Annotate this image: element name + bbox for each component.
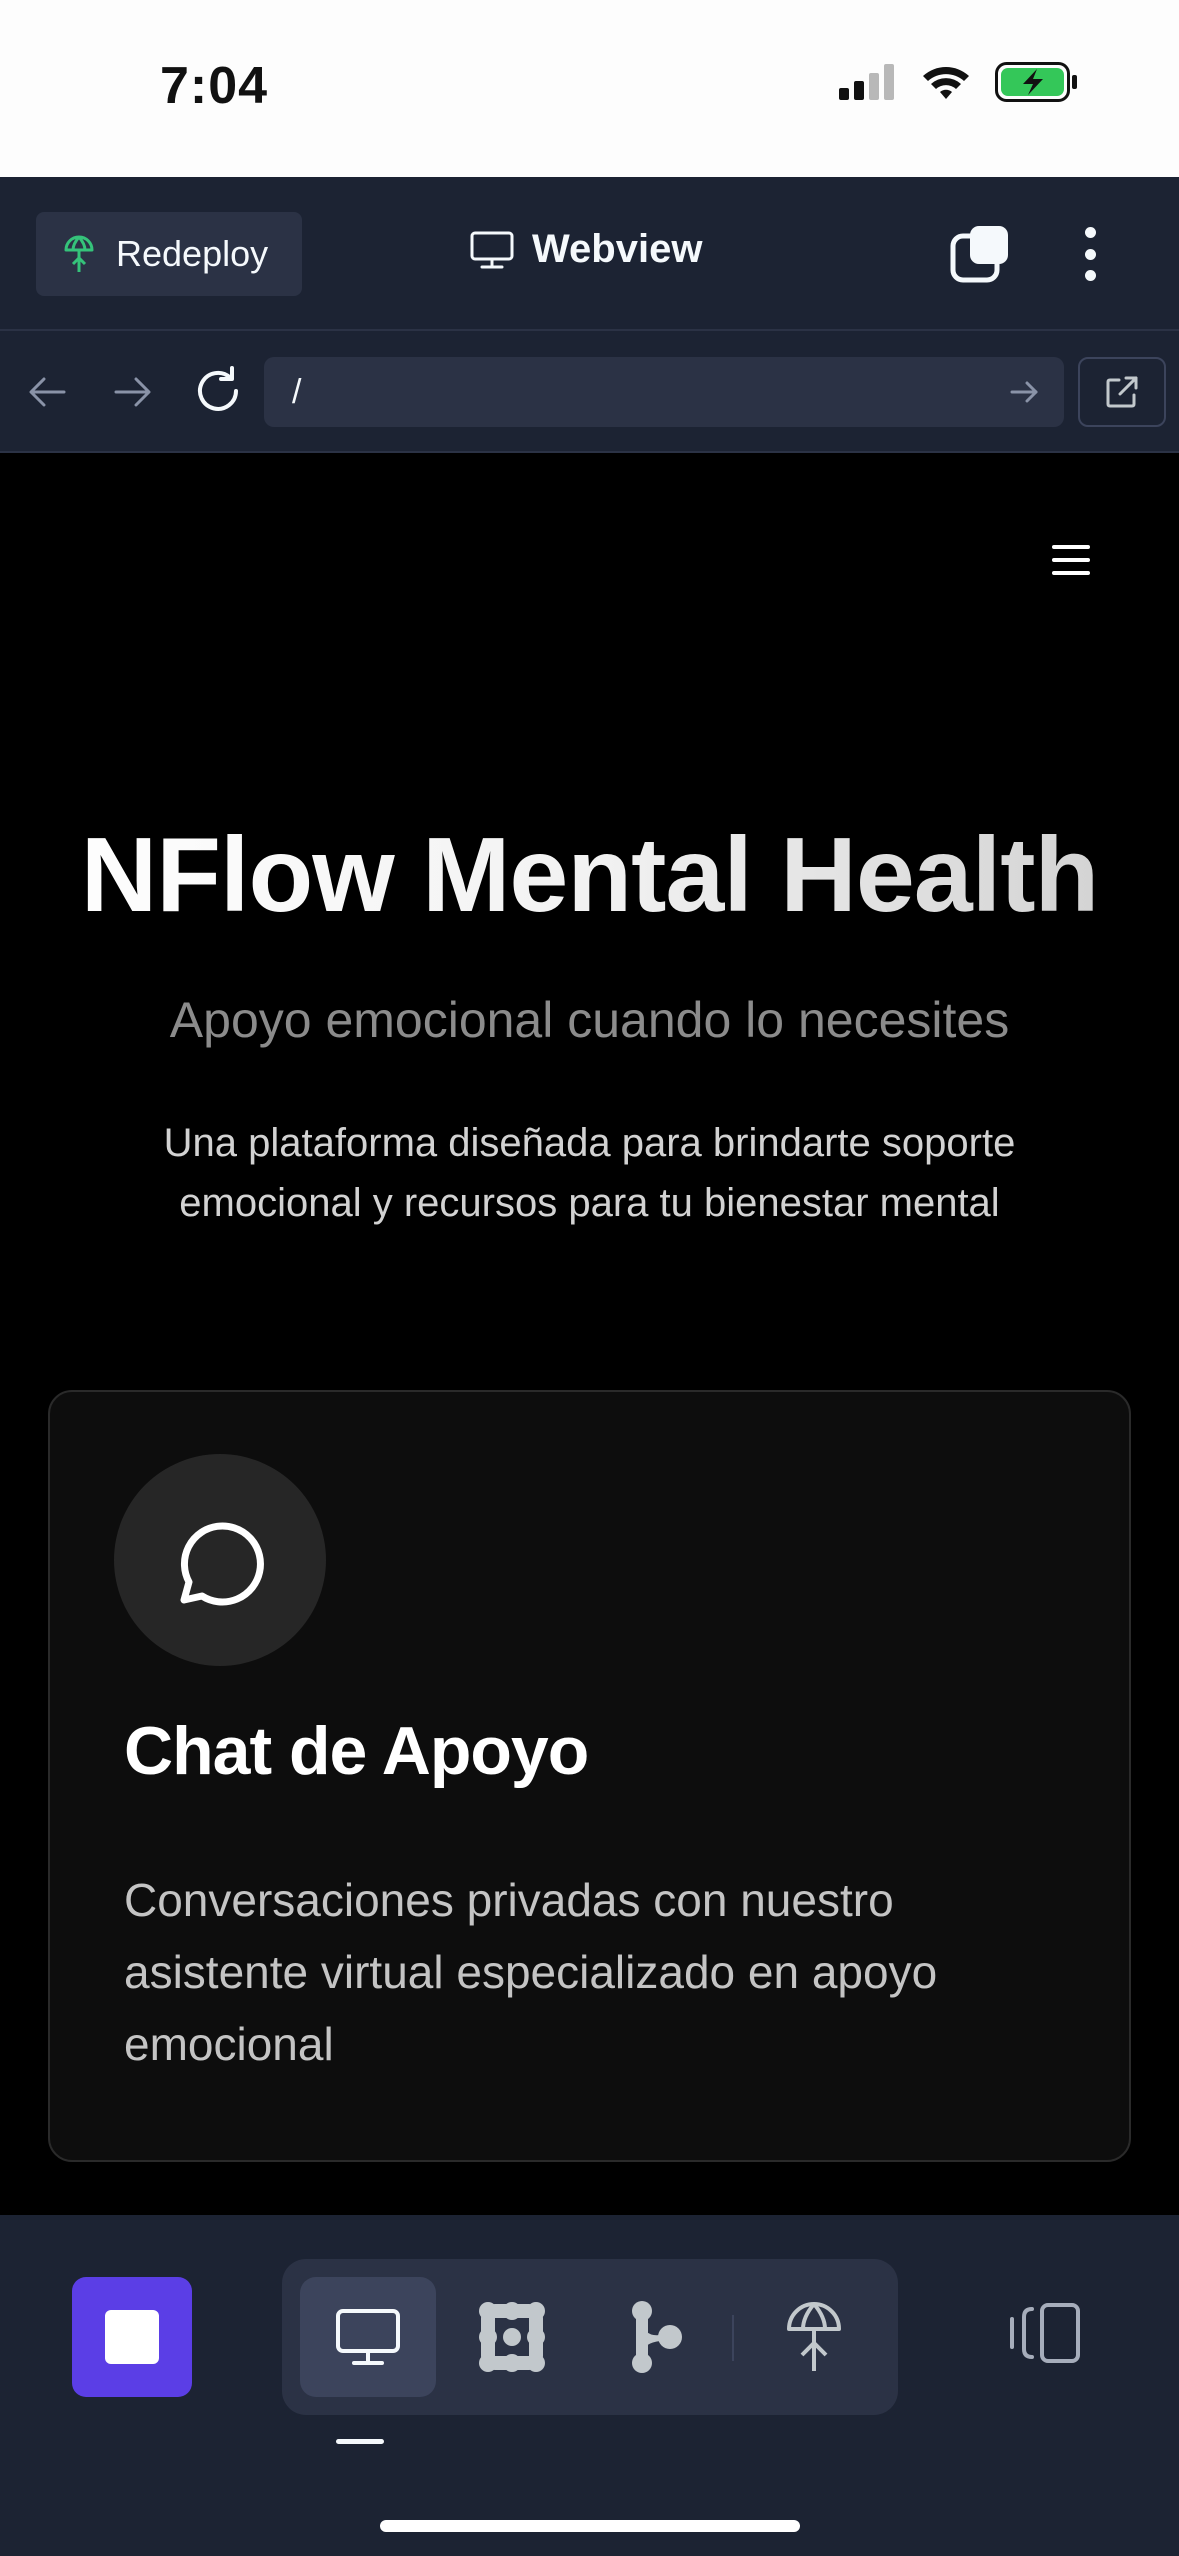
webview-tool-button[interactable] — [300, 2277, 436, 2397]
stop-button[interactable] — [72, 2277, 192, 2397]
deploy-icon — [787, 2302, 841, 2371]
more-options-button[interactable] — [1072, 221, 1108, 287]
packages-tool-button[interactable] — [444, 2277, 580, 2397]
feature-title: Chat de Apoyo — [124, 1713, 589, 1789]
feature-icon-container — [114, 1454, 326, 1666]
tabs-button[interactable] — [950, 224, 1010, 284]
page-description: Una plataforma diseñada para brindarte s… — [163, 1121, 1016, 1225]
webview-label: Webview — [532, 227, 703, 271]
webview-content: NFlow Mental Health Apoyo emocional cuan… — [0, 453, 1179, 2215]
feature-card-chat[interactable]: Chat de Apoyo Conversaciones privadas co… — [48, 1390, 1131, 2162]
page-subtitle: Apoyo emocional cuando lo necesites — [169, 992, 1010, 1048]
status-bar: 7:04 — [0, 0, 1179, 177]
forward-button[interactable] — [110, 369, 156, 420]
url-value: / — [292, 372, 302, 411]
tabs-icon — [950, 226, 1008, 283]
page-title: NFlow Mental Health — [0, 815, 1179, 936]
external-link-icon — [1106, 376, 1138, 408]
chat-bubble-icon — [180, 1522, 264, 1606]
home-indicator[interactable] — [380, 2520, 800, 2532]
more-options-icon-dot — [1084, 248, 1096, 260]
workspace-toolbar — [0, 2215, 1179, 2556]
git-tool-button[interactable] — [588, 2277, 724, 2397]
stop-icon — [105, 2310, 159, 2364]
menu-icon-line — [1052, 558, 1090, 562]
wifi-icon — [923, 67, 969, 99]
deployments-tool-button[interactable] — [746, 2277, 882, 2397]
status-icons — [839, 62, 1079, 102]
workspace-header: Redeploy Webview — [0, 177, 1179, 331]
menu-icon-line — [1052, 545, 1090, 549]
deploy-icon — [64, 235, 94, 272]
panel-toggle-button[interactable] — [1008, 2301, 1084, 2370]
redeploy-button[interactable]: Redeploy — [36, 212, 302, 296]
more-options-icon-dot — [1084, 227, 1096, 238]
cellular-signal-icon — [839, 64, 894, 100]
feature-description: Conversaciones privadas con nuestro asis… — [124, 1874, 938, 2070]
menu-button[interactable] — [1052, 545, 1090, 575]
tool-switcher — [282, 2259, 898, 2415]
more-options-icon-dot — [1084, 270, 1096, 281]
arrow-left-icon — [29, 377, 66, 407]
packages-icon — [479, 2302, 545, 2372]
open-in-new-tab-button[interactable] — [1078, 357, 1166, 427]
arrow-right-icon — [114, 377, 151, 407]
back-button[interactable] — [24, 369, 70, 420]
battery-charging-icon — [995, 62, 1077, 102]
redeploy-label: Redeploy — [116, 233, 269, 274]
status-time: 7:04 — [160, 57, 269, 115]
active-tool-indicator — [336, 2439, 384, 2444]
webview-tab-title: Webview — [470, 227, 702, 272]
reload-button[interactable] — [192, 365, 244, 422]
reload-icon — [198, 366, 238, 411]
tool-divider — [732, 2315, 734, 2361]
webview-url-bar: / — [0, 331, 1179, 453]
url-input[interactable]: / — [264, 357, 1064, 427]
monitor-icon — [336, 2309, 400, 2365]
go-arrow-icon[interactable] — [1008, 375, 1042, 409]
monitor-icon — [470, 231, 514, 268]
menu-icon-line — [1052, 571, 1090, 575]
git-branch-icon — [632, 2301, 682, 2373]
sidebar-toggle-icon — [1010, 2303, 1080, 2363]
